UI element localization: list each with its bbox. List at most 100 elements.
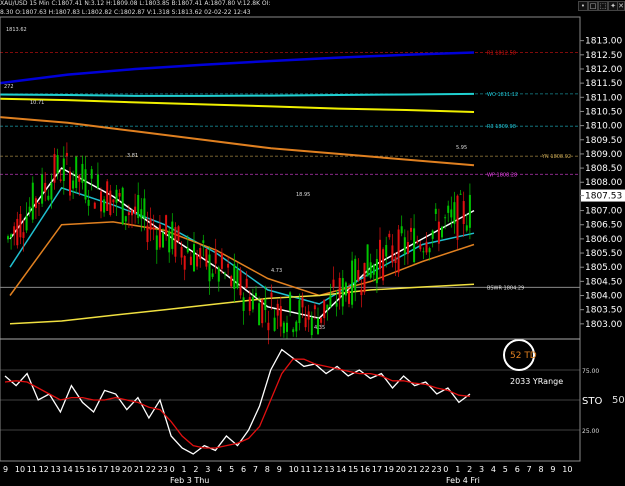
candle-body — [53, 154, 56, 183]
x-tick-label: 9 — [277, 465, 282, 474]
candle-body — [233, 264, 236, 289]
x-tick-label: 10 — [15, 465, 25, 474]
candle-body — [379, 239, 381, 270]
candle-body — [16, 218, 19, 246]
level-label: R1 1812.58 — [487, 51, 516, 57]
x-tick-label: 8 — [539, 465, 544, 474]
candle-body — [214, 250, 217, 264]
candle-body — [78, 175, 81, 182]
candle-body — [428, 248, 431, 253]
candle-body — [431, 230, 434, 239]
candle-body — [258, 303, 261, 326]
candle-body — [338, 277, 341, 299]
x-tick-label: 9 — [3, 465, 8, 474]
ma-line — [0, 97, 475, 113]
candle-body — [450, 209, 453, 218]
x-tick-label: 7 — [527, 465, 532, 474]
candle-body — [44, 182, 47, 193]
candle-body — [180, 246, 183, 258]
candle-body — [183, 255, 186, 270]
x-tick-label: 19 — [110, 465, 120, 474]
toolbar-button-box[interactable]: □ — [588, 1, 598, 11]
price-tick-label: 1810.00 — [585, 122, 622, 132]
toolbar-button-frame[interactable]: ⬚ — [598, 1, 608, 11]
x-tick-label: 22 — [420, 465, 430, 474]
candle-body — [103, 199, 106, 213]
candle-body — [230, 276, 233, 287]
toolbar-button-dot[interactable]: • — [578, 1, 588, 11]
candle-body — [369, 262, 372, 278]
candle-body — [38, 202, 40, 204]
close-icon[interactable]: ✕ — [617, 1, 625, 11]
candle-body — [264, 299, 267, 311]
price-tick-label: 1809.50 — [585, 136, 622, 146]
candle-body — [341, 278, 344, 307]
osc-ylabel: STO — [582, 396, 602, 407]
candle-body — [62, 158, 65, 181]
ma-line — [9, 221, 475, 297]
level-label: BSWR 1804.29 — [487, 285, 524, 291]
candle-body — [320, 317, 323, 323]
candle-body — [273, 317, 276, 331]
price-tick-label: 1804.00 — [585, 292, 622, 302]
x-tick-label: 13 — [324, 465, 334, 474]
candle-body — [267, 322, 270, 331]
x-tick-label: 12 — [39, 465, 49, 474]
candle-body — [13, 226, 16, 235]
price-tick-label: 1812.00 — [585, 65, 622, 75]
candle-body — [239, 270, 242, 296]
candle-body — [134, 206, 137, 215]
candle-body — [279, 306, 282, 327]
candle-body — [289, 292, 292, 312]
candle-body — [391, 245, 394, 263]
candle-body — [444, 217, 447, 219]
candle-body — [87, 199, 90, 206]
x-tick-label: 23 — [158, 465, 168, 474]
osc-tick-label: 50. — [612, 395, 625, 406]
x-tick-label: 20 — [122, 465, 132, 474]
candle-body — [366, 244, 369, 277]
price-tick-label: 1808.50 — [585, 164, 622, 174]
candle-body — [205, 248, 208, 267]
x-tick-label: 10 — [562, 465, 572, 474]
candle-body — [115, 189, 118, 203]
candle-body — [286, 322, 288, 332]
candle-body — [441, 226, 443, 238]
candle-body — [462, 201, 465, 224]
price-tick-label: 1804.50 — [585, 277, 622, 287]
x-tick-label: 19 — [384, 465, 394, 474]
candle-body — [276, 303, 279, 316]
chart-annotation: 4.35 — [314, 325, 325, 331]
x-tick-label: 6 — [515, 465, 520, 474]
x-tick-label: 6 — [241, 465, 246, 474]
x-tick-label: 7 — [253, 465, 258, 474]
candle-body — [217, 267, 220, 282]
candle-body — [28, 206, 31, 213]
price-tick-label: 1809.00 — [585, 150, 622, 160]
candle-body — [90, 169, 93, 179]
candle-body — [301, 297, 304, 308]
yrange-note: 2033 YRange — [510, 377, 563, 386]
candle-body — [422, 251, 425, 253]
candle-body — [109, 190, 112, 215]
candle-body — [419, 244, 422, 250]
candle-body — [385, 245, 388, 257]
x-tick-label: 4 — [217, 465, 222, 474]
price-tick-label: 1806.50 — [585, 221, 622, 231]
candle-body — [131, 210, 133, 216]
x-tick-label: 8 — [265, 465, 270, 474]
badge-text: 52 TD — [510, 351, 537, 361]
x-tick-label: 14 — [336, 465, 346, 474]
candle-body — [354, 258, 357, 291]
candle-body — [251, 296, 254, 310]
candle-body — [248, 297, 251, 311]
x-tick-label: 20 — [396, 465, 406, 474]
x-tick-label: 5 — [503, 465, 508, 474]
candle-body — [100, 191, 102, 212]
price-tick-label: 1812.50 — [585, 51, 622, 61]
candle-body — [307, 311, 310, 320]
x-tick-label: 5 — [229, 465, 234, 474]
ma-line — [9, 283, 475, 325]
candle-body — [143, 198, 146, 219]
x-tick-label: 1 — [182, 465, 187, 474]
